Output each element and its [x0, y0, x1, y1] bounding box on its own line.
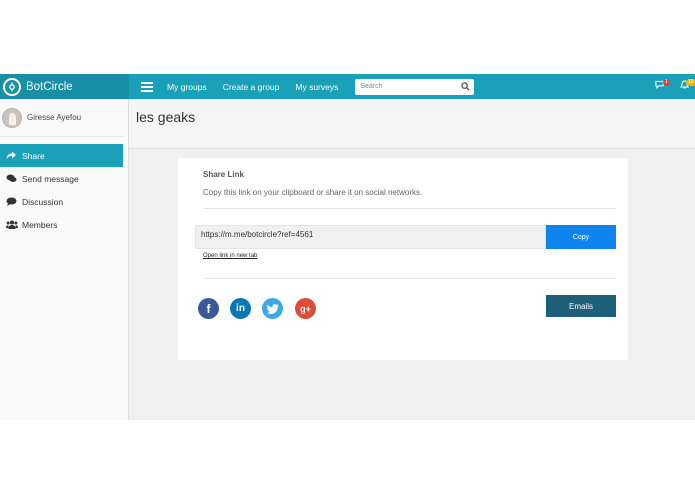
sidebar: Giresse Ayefou Share Send message Discus… — [0, 99, 129, 420]
nav-my-groups[interactable]: My groups — [167, 82, 207, 92]
brand[interactable]: BotCircle — [0, 74, 129, 99]
alerts-badge: 10 — [686, 79, 695, 86]
share-card: Share Link Copy this link on your clipbo… — [178, 158, 628, 360]
sidebar-item-send-message[interactable]: Send message — [0, 167, 128, 190]
sidebar-item-label: Share — [22, 150, 45, 161]
share-description: Copy this link on your clipboard or shar… — [203, 188, 423, 197]
users-icon — [6, 220, 18, 229]
share-title: Share Link — [203, 170, 244, 179]
menu-toggle-icon[interactable] — [141, 81, 153, 92]
sidebar-item-share[interactable]: Share — [0, 144, 123, 167]
avatar — [2, 107, 22, 128]
twitter-icon[interactable] — [262, 298, 283, 319]
main-content: les geaks Share Link Copy this link on y… — [129, 99, 695, 420]
sidebar-item-members[interactable]: Members — [0, 213, 128, 236]
search-box — [355, 78, 475, 95]
divider — [203, 278, 616, 279]
botcircle-logo-icon — [3, 77, 21, 96]
user-profile[interactable]: Giresse Ayefou — [0, 99, 123, 137]
page-title: les geaks — [136, 109, 196, 125]
nav-create-group[interactable]: Create a group — [223, 82, 280, 92]
copy-button[interactable]: Copy — [546, 225, 616, 249]
emails-button[interactable]: Emails — [546, 295, 616, 317]
user-name: Giresse Ayefou — [27, 113, 82, 122]
sidebar-item-discussion[interactable]: Discussion — [0, 190, 128, 213]
divider — [203, 208, 616, 209]
sidebar-item-label: Discussion — [22, 196, 64, 207]
sidebar-item-label: Members — [22, 219, 58, 230]
brand-name: BotCircle — [26, 80, 73, 93]
top-navbar: BotCircle My groups Create a group My su… — [0, 74, 695, 99]
app-window: BotCircle My groups Create a group My su… — [0, 74, 695, 420]
sidebar-menu: Share Send message Discussion Members — [0, 144, 128, 236]
google-plus-icon[interactable]: g+ — [295, 298, 316, 319]
facebook-icon[interactable]: f — [198, 298, 219, 319]
search-input[interactable] — [360, 83, 456, 90]
sidebar-item-label: Send message — [22, 173, 79, 184]
page-header: les geaks — [129, 99, 695, 149]
messages-badge: 1 — [663, 79, 670, 86]
open-new-tab-link[interactable]: Open link in new tab — [203, 253, 257, 259]
linkedin-icon[interactable]: in — [230, 298, 251, 319]
share-icon — [6, 151, 18, 160]
nav-my-surveys[interactable]: My surveys — [295, 82, 338, 92]
comment-icon — [6, 197, 18, 206]
search-icon[interactable] — [461, 81, 470, 91]
chat-icon — [6, 174, 18, 183]
share-link-field[interactable]: https://m.me/botcircle?ref=4561 — [195, 225, 546, 249]
